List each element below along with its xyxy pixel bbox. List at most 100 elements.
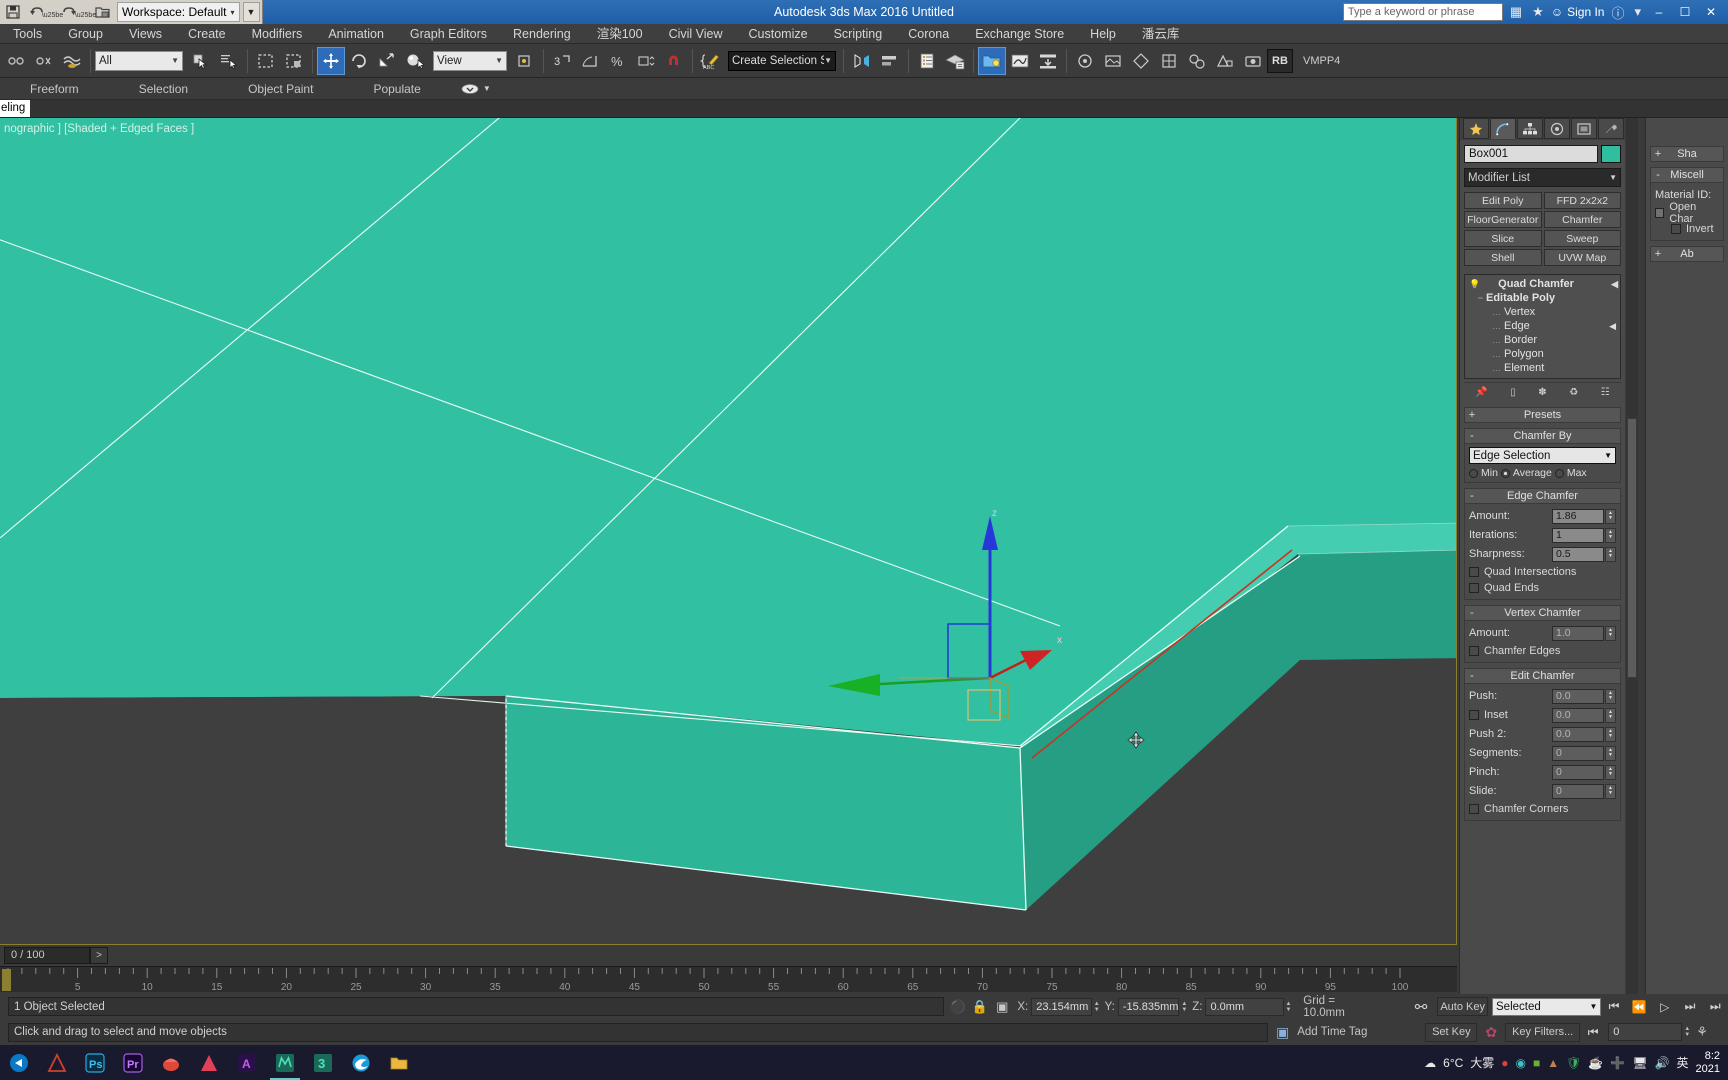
quad-intersections-row[interactable]: Quad Intersections (1469, 564, 1616, 580)
select-link-icon[interactable] (2, 47, 30, 75)
ribbon-tab-freeform[interactable]: Freeform (0, 78, 109, 100)
render-extra-6-icon[interactable] (1211, 47, 1239, 75)
tray-plus-icon[interactable]: ➕ (1610, 1056, 1625, 1070)
rollup-edit-chamfer[interactable]: - Edit Chamfer Push: 0.0 ▲ ▼ Inset 0.0 ▲ ▼… (1464, 668, 1621, 821)
max-icon[interactable] (266, 1045, 304, 1080)
workspace-expand-icon[interactable]: ▼ (242, 2, 260, 22)
stack-subitem-edge[interactable]: … Edge ◀ (1467, 319, 1618, 333)
menu-corona[interactable]: Corona (895, 24, 962, 44)
render-extra-7-icon[interactable] (1239, 47, 1267, 75)
object-color-swatch[interactable] (1601, 145, 1621, 163)
render-extra-2-icon[interactable] (1099, 47, 1127, 75)
edge-chamfer-amount-input[interactable]: 1.86 (1552, 508, 1604, 524)
go-to-start-button[interactable]: ⏮ (1601, 999, 1626, 1014)
inset-input[interactable]: 0.0 (1552, 707, 1604, 723)
select-and-move-icon[interactable] (317, 46, 345, 75)
modifier-sweep[interactable]: Sweep (1543, 230, 1621, 247)
reference-coordinate-combo[interactable]: View ▼ (433, 50, 507, 71)
menu-animation[interactable]: Animation (315, 24, 397, 44)
slide-spinner[interactable]: ▲ ▼ (1605, 783, 1616, 799)
key-filters-button[interactable]: Key Filters... (1505, 1022, 1581, 1042)
adaptive-degradation-icon[interactable]: ▣ (1268, 1024, 1297, 1041)
menu-panyunku[interactable]: 潘云库 (1129, 24, 1193, 44)
chamfer-edges-row[interactable]: Chamfer Edges (1469, 643, 1616, 659)
ribbon-tab-selection[interactable]: Selection (109, 78, 218, 100)
volume-icon[interactable]: 🔊 (1655, 1056, 1670, 1070)
use-pivot-center-icon[interactable] (511, 47, 539, 75)
y-spinner[interactable]: ▲ ▼ (1179, 998, 1189, 1016)
current-frame-input[interactable]: 0 (1608, 1023, 1683, 1041)
ribbon-tab-object-paint[interactable]: Object Paint (218, 78, 343, 100)
render-extra-5-icon[interactable] (1183, 47, 1211, 75)
set-key-button[interactable]: Set Key (1425, 1022, 1478, 1042)
key-mode-icon[interactable]: ⚯ (1381, 998, 1438, 1016)
mirror-icon[interactable] (848, 47, 876, 75)
folder-red-icon[interactable] (152, 1045, 190, 1080)
menu-tools[interactable]: Tools (0, 24, 55, 44)
maximize-button[interactable]: ☐ (1674, 5, 1696, 19)
previous-frame-button[interactable]: ⏪ (1627, 1000, 1652, 1014)
minimize-button[interactable]: – (1648, 5, 1670, 19)
tray-misc-icon[interactable]: ▲ (1547, 1056, 1559, 1070)
named-selection-sets-icon[interactable]: ABC (697, 47, 725, 75)
undo-dropdown-icon[interactable]: \u25be (42, 2, 63, 23)
rollup-misc-header[interactable]: - Miscell (1650, 167, 1724, 183)
modifier-floorgenerator[interactable]: FloorGenerator (1464, 211, 1542, 228)
pinch-spinner[interactable]: ▲ ▼ (1605, 764, 1616, 780)
unlink-icon[interactable] (30, 47, 58, 75)
transform-type-in-icon[interactable]: ▣ (996, 999, 1014, 1015)
lock-selection-icon[interactable]: 🔒 (972, 999, 996, 1015)
rollup-presets-header[interactable]: + Presets (1464, 407, 1621, 423)
window-crossing-icon[interactable] (280, 47, 308, 75)
rollup-edge-chamfer-header[interactable]: - Edge Chamfer (1464, 488, 1621, 504)
sign-in-button[interactable]: ☺ Sign In (1551, 5, 1605, 19)
security-shield-icon[interactable]: 🛡 (1566, 1056, 1581, 1070)
modifier-stack[interactable]: 💡 Quad Chamfer ◀ − Editable Poly … Verte… (1464, 274, 1621, 379)
segments-input[interactable]: 0 (1552, 745, 1604, 761)
quad-ends-checkbox[interactable] (1469, 583, 1479, 593)
modifier-ffd[interactable]: FFD 2x2x2 (1543, 192, 1621, 209)
z-coord-input[interactable]: 0.0mm (1205, 997, 1284, 1016)
command-panel-scrollbar[interactable] (1626, 118, 1638, 994)
modifier-shell[interactable]: Shell (1464, 249, 1542, 266)
display-tab-icon[interactable] (1571, 118, 1597, 139)
select-and-scale-icon[interactable] (373, 47, 401, 75)
select-and-rotate-icon[interactable] (345, 47, 373, 75)
viewport[interactable]: nographic ] [Shaded + Edged Faces ] z x (0, 118, 1457, 948)
menu-rendering[interactable]: Rendering (500, 24, 584, 44)
menu-group[interactable]: Group (55, 24, 116, 44)
radio-max[interactable] (1554, 468, 1564, 478)
stack-item-editable-poly[interactable]: − Editable Poly (1467, 291, 1618, 305)
inset-spinner[interactable]: ▲ ▼ (1605, 707, 1616, 723)
segments-spinner[interactable]: ▲ ▼ (1605, 745, 1616, 761)
stack-subitem-element[interactable]: … Element (1467, 361, 1618, 375)
rollup-vertex-chamfer[interactable]: - Vertex Chamfer Amount: 1.0 ▲ ▼ Chamfer … (1464, 605, 1621, 663)
named-selection-set-combo[interactable]: Create Selection Se ▼ (728, 50, 836, 71)
rollup-about-header[interactable]: + Ab (1650, 246, 1724, 262)
tray-app-icon[interactable]: ◉ (1516, 1056, 1526, 1070)
menu-render100[interactable]: 渲染100 (584, 24, 656, 44)
current-frame-display[interactable]: 0 / 100 (4, 947, 90, 964)
time-configuration-icon[interactable]: ⚘ (1692, 1024, 1708, 1040)
stack-subitem-polygon[interactable]: … Polygon (1467, 347, 1618, 361)
menu-graph-editors[interactable]: Graph Editors (397, 24, 500, 44)
create-tab-icon[interactable] (1463, 118, 1489, 139)
modifier-chamfer[interactable]: Chamfer (1543, 211, 1621, 228)
x-spinner[interactable]: ▲ ▼ (1092, 998, 1102, 1016)
rollup-vertex-chamfer-header[interactable]: - Vertex Chamfer (1464, 605, 1621, 621)
invert-row[interactable]: Invert (1655, 221, 1719, 237)
rollup-edit-chamfer-header[interactable]: - Edit Chamfer (1464, 668, 1621, 684)
go-to-end-button[interactable]: ⏭ (1703, 999, 1728, 1014)
percent-snap-icon[interactable]: % (604, 47, 632, 75)
ribbon-tab-populate[interactable]: Populate (343, 78, 450, 100)
key-mode-combo[interactable]: Selected ▼ (1492, 997, 1602, 1016)
select-and-place-icon[interactable] (401, 47, 429, 75)
start-icon[interactable] (0, 1045, 38, 1080)
help-circle-icon[interactable]: ⓘ (1608, 3, 1627, 22)
workspace-selector[interactable]: Workspace: Default ▾ (117, 2, 240, 22)
rollup-shading-header[interactable]: + Sha (1650, 146, 1724, 162)
menu-scripting[interactable]: Scripting (821, 24, 896, 44)
menu-civil-view[interactable]: Civil View (656, 24, 736, 44)
viewport-label[interactable]: nographic ] [Shaded + Edged Faces ] (4, 123, 194, 135)
modify-tab-icon[interactable] (1490, 118, 1516, 139)
